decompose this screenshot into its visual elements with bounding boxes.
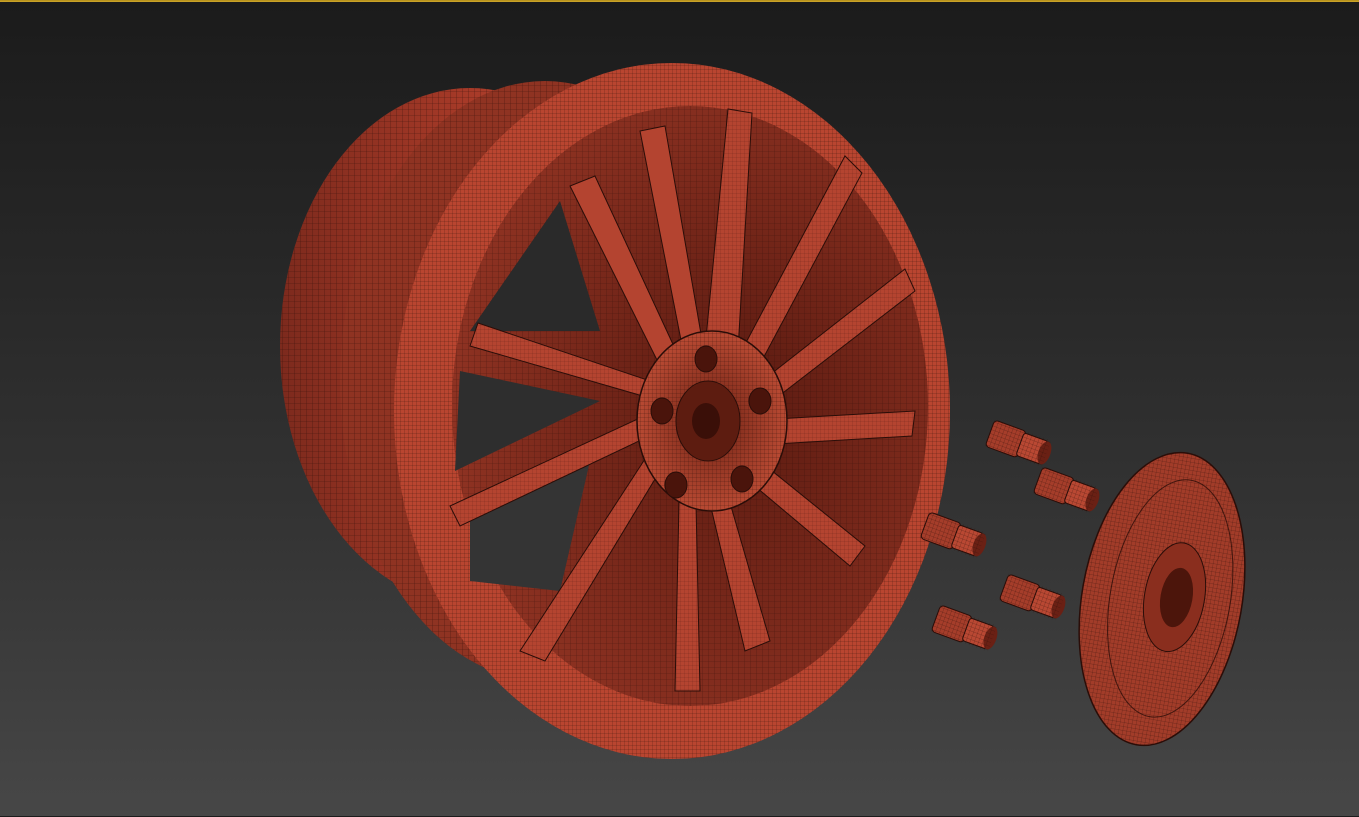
- lug-nut[interactable]: [999, 573, 1069, 622]
- scene-canvas[interactable]: [0, 1, 1359, 817]
- wheel-rim[interactable]: [280, 63, 950, 759]
- lug-nut[interactable]: [920, 511, 990, 560]
- lug-nut[interactable]: [985, 419, 1055, 468]
- 3d-viewport[interactable]: [0, 0, 1359, 816]
- rim-hub: [636, 330, 788, 512]
- lug-nut[interactable]: [931, 604, 1001, 653]
- lug-hole: [650, 397, 674, 425]
- lug-nut[interactable]: [1033, 466, 1103, 515]
- lug-hole: [664, 471, 688, 499]
- lug-hole: [730, 465, 754, 493]
- lug-hole: [748, 387, 772, 415]
- lug-hole: [694, 345, 718, 373]
